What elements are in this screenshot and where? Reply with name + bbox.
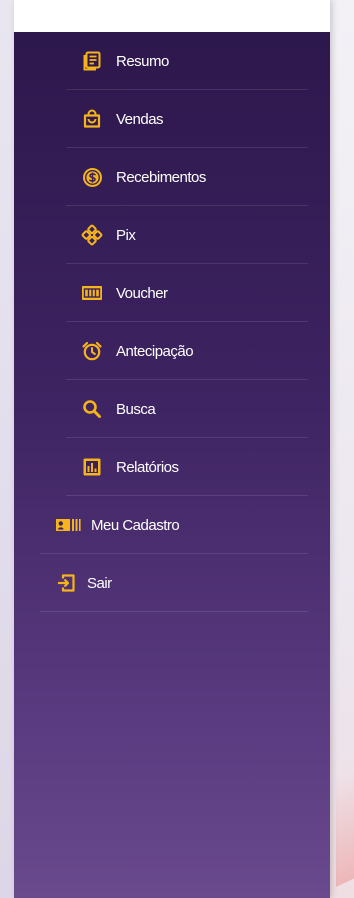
page-background-left: [0, 0, 14, 898]
pix-icon: [81, 224, 103, 246]
sidebar-item-label: Sair: [87, 574, 112, 592]
sidebar: Resumo Vendas Recebimentos Pix Voucher A…: [14, 0, 330, 898]
sidebar-item-label: Pix: [116, 226, 136, 244]
sidebar-item-label: Antecipação: [116, 342, 194, 360]
alarm-clock-icon: [81, 340, 103, 362]
document-list-icon: [81, 50, 103, 72]
sidebar-item-label: Vendas: [116, 110, 164, 128]
sidebar-item-antecipacao[interactable]: Antecipação: [14, 322, 330, 380]
sidebar-item-label: Relatórios: [116, 458, 179, 476]
sidebar-item-label: Recebimentos: [116, 168, 206, 186]
id-card-icon: [55, 514, 81, 536]
shopping-bag-icon: [81, 108, 103, 130]
logout-icon: [55, 572, 77, 594]
sidebar-item-vendas[interactable]: Vendas: [14, 90, 330, 148]
sidebar-item-label: Busca: [116, 400, 156, 418]
sidebar-item-recebimentos[interactable]: Recebimentos: [14, 148, 330, 206]
search-icon: [81, 398, 103, 420]
sidebar-item-resumo[interactable]: Resumo: [14, 32, 330, 90]
sidebar-menu: Resumo Vendas Recebimentos Pix Voucher A…: [14, 32, 330, 612]
sidebar-item-label: Meu Cadastro: [91, 516, 180, 534]
sidebar-item-voucher[interactable]: Voucher: [14, 264, 330, 322]
sidebar-item-pix[interactable]: Pix: [14, 206, 330, 264]
dollar-coin-icon: [81, 166, 103, 188]
sidebar-header: [14, 0, 330, 32]
bar-chart-icon: [81, 456, 103, 478]
sidebar-item-meu-cadastro[interactable]: Meu Cadastro: [14, 496, 330, 554]
sidebar-item-label: Voucher: [116, 284, 168, 302]
sidebar-item-relatorios[interactable]: Relatórios: [14, 438, 330, 496]
page-background-right: [330, 0, 354, 898]
sidebar-item-busca[interactable]: Busca: [14, 380, 330, 438]
voucher-ticket-icon: [81, 282, 103, 304]
sidebar-item-sair[interactable]: Sair: [14, 554, 330, 612]
sidebar-item-label: Resumo: [116, 52, 169, 70]
decorative-accent: [336, 763, 354, 887]
